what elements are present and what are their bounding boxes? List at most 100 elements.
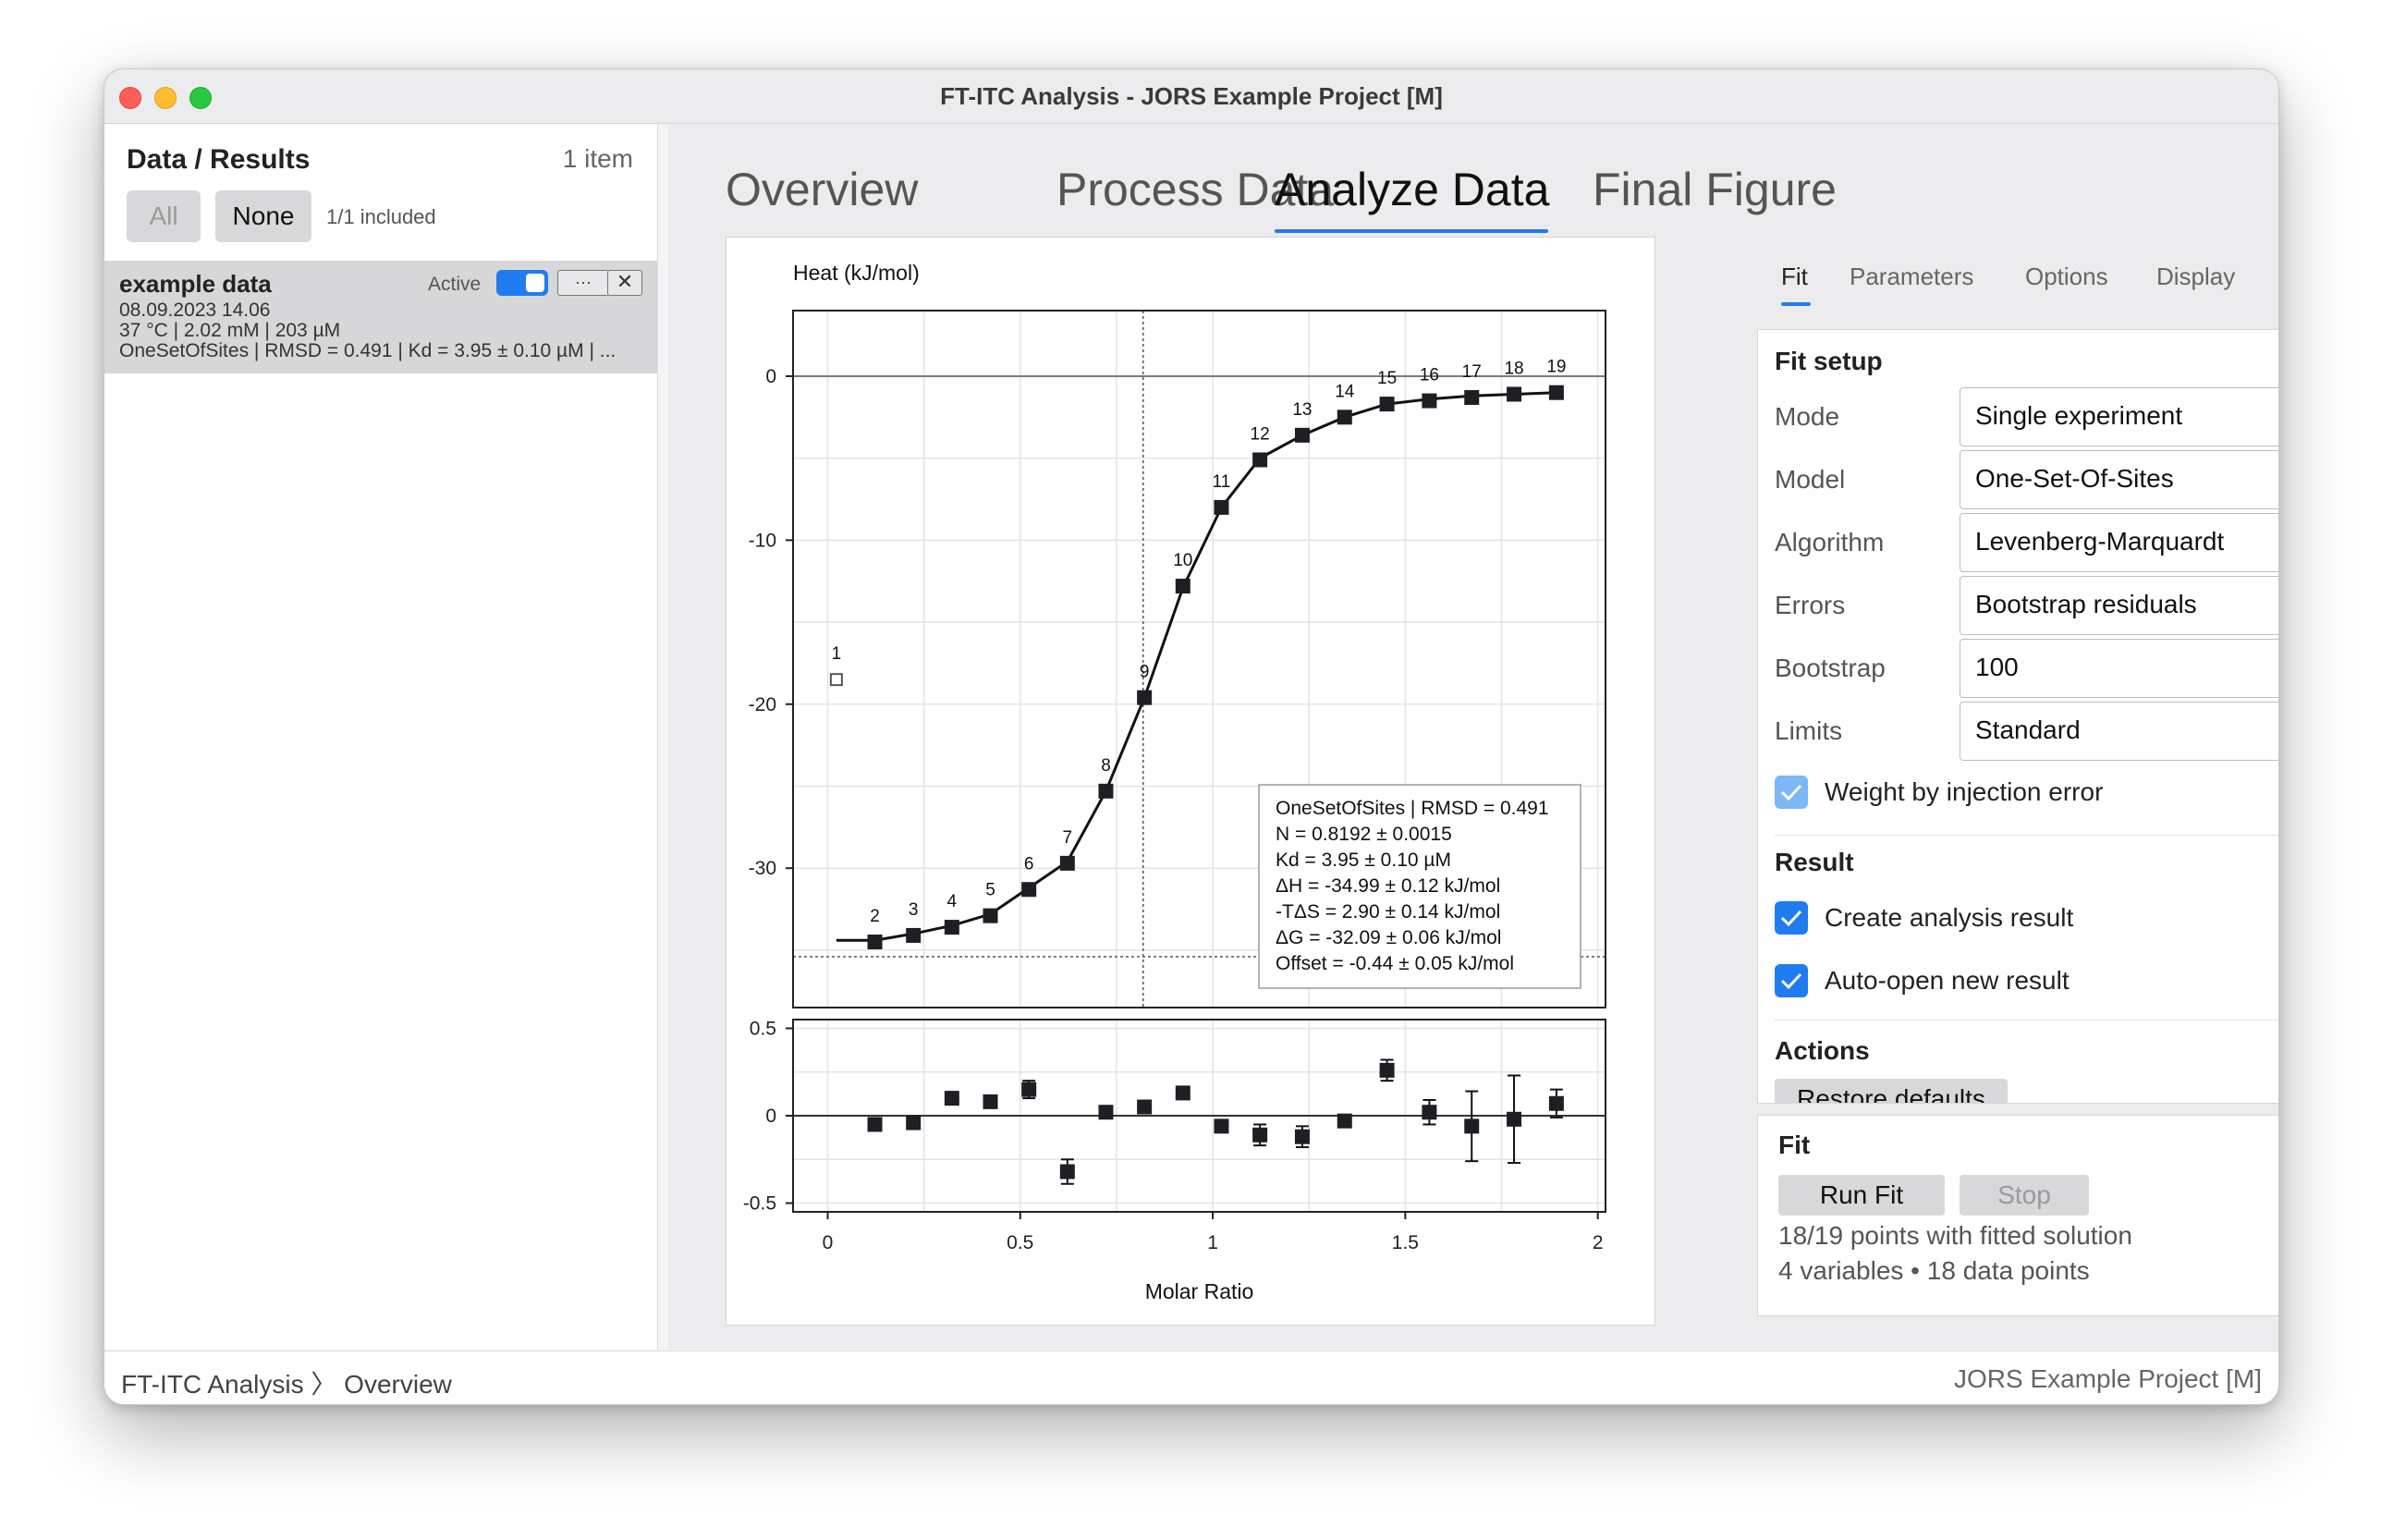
- point-label: 5: [985, 881, 995, 900]
- included-count: 1/1 included: [326, 205, 436, 228]
- point-label: 2: [870, 907, 880, 926]
- create-result-label: Create analysis result: [1825, 903, 2074, 932]
- errors-value: Bootstrap residuals: [1975, 590, 2197, 618]
- stop-button[interactable]: Stop: [1960, 1175, 2089, 1216]
- point-label: 8: [1101, 756, 1111, 776]
- tab-analyze-data[interactable]: Analyze Data: [1275, 163, 1549, 216]
- tab-final-figure[interactable]: Final Figure: [1593, 163, 1837, 216]
- app-window: FT-ITC Analysis - JORS Example Project […: [104, 68, 2279, 1405]
- fit-annotation-line: ΔH = -34.99 ± 0.12 kJ/mol: [1276, 875, 1500, 897]
- limits-select[interactable]: Standard: [1960, 702, 2278, 761]
- data-point: [944, 920, 959, 935]
- data-point-excluded: [829, 673, 843, 687]
- residual-point: [983, 1094, 998, 1109]
- section-divider: [1775, 1020, 2278, 1021]
- y-tick-label-top: 0: [765, 366, 776, 387]
- data-point: [867, 935, 883, 950]
- sidebar: Data / Results 1 item All None 1/1 inclu…: [104, 124, 658, 1350]
- dataset-date: 08.09.2023 14.06: [119, 299, 271, 321]
- dataset-conditions: 37 °C | 2.02 mM | 203 µM: [119, 320, 341, 341]
- data-point: [1422, 393, 1437, 409]
- weight-label: Weight by injection error: [1825, 777, 2104, 806]
- residual-point: [906, 1115, 922, 1131]
- point-label: 3: [909, 900, 919, 920]
- x-tick-label: 1: [1207, 1232, 1218, 1253]
- checkmark-icon: [1780, 972, 1802, 990]
- main-area: Overview Process Data Analyze Data Final…: [668, 124, 2278, 1350]
- weight-checkbox[interactable]: [1775, 776, 1808, 809]
- point-label: 16: [1420, 366, 1439, 385]
- fit-annotation-line: Offset = -0.44 ± 0.05 kJ/mol: [1276, 953, 1514, 974]
- select-none-button[interactable]: None: [215, 190, 311, 242]
- x-axis-label: Molar Ratio: [1145, 1279, 1254, 1303]
- residual-point: [1294, 1129, 1310, 1144]
- data-point: [1379, 397, 1395, 412]
- limits-value: Standard: [1975, 715, 2081, 744]
- select-all-button[interactable]: All: [127, 190, 201, 242]
- bootstrap-label: Bootstrap: [1775, 654, 1886, 682]
- point-label: 13: [1292, 400, 1312, 420]
- window-title: FT-ITC Analysis - JORS Example Project […: [940, 82, 1443, 110]
- fit-annotation-line: Kd = 3.95 ± 0.10 µM: [1276, 849, 1451, 871]
- algorithm-select[interactable]: Levenberg-Marquardt: [1960, 513, 2278, 572]
- itc-chart[interactable]: 12 3 456789101112131415 16 17 18 190-10-20-30H…: [727, 238, 1654, 1325]
- model-select[interactable]: One-Set-Of-Sites: [1960, 450, 2278, 509]
- point-label: 10: [1173, 551, 1192, 570]
- point-label: 11: [1213, 472, 1231, 492]
- point-label: 4: [947, 892, 958, 911]
- status-bar: FT-ITC Analysis 〉 Overview JORS Example …: [104, 1351, 2278, 1404]
- mode-select[interactable]: Single experiment: [1960, 387, 2278, 446]
- tab-display[interactable]: Display: [2156, 263, 2235, 291]
- bootstrap-input[interactable]: 100: [1960, 639, 2278, 698]
- breadcrumb: FT-ITC Analysis 〉 Overview: [121, 1364, 452, 1401]
- sidebar-title: Data / Results: [127, 144, 311, 175]
- create-result-checkbox[interactable]: [1775, 901, 1808, 935]
- point-label: 18: [1504, 359, 1523, 378]
- breadcrumb-app[interactable]: FT-ITC Analysis: [121, 1370, 304, 1399]
- checkmark-icon: [1780, 784, 1802, 801]
- dataset-summary: OneSetOfSites | RMSD = 0.491 | Kd = 3.95…: [119, 340, 617, 361]
- auto-open-checkbox[interactable]: [1775, 964, 1808, 997]
- data-point: [1098, 783, 1114, 799]
- point-label: 12: [1251, 424, 1270, 444]
- data-point: [1214, 499, 1229, 515]
- more-options-button[interactable]: ···: [557, 270, 609, 296]
- algorithm-label: Algorithm: [1775, 528, 1885, 556]
- bootstrap-value: 100: [1975, 653, 2019, 681]
- breadcrumb-page[interactable]: Overview: [344, 1370, 452, 1399]
- data-point: [1137, 690, 1153, 705]
- title-bar: FT-ITC Analysis - JORS Example Project […: [104, 69, 2278, 124]
- errors-select[interactable]: Bootstrap residuals: [1960, 576, 2278, 635]
- fit-status-points: 18/19 points with fitted solution: [1778, 1221, 2132, 1250]
- residual-point: [1464, 1118, 1480, 1134]
- point-label: 6: [1024, 854, 1034, 874]
- fit-annotation-line: OneSetOfSites | RMSD = 0.491: [1276, 798, 1549, 819]
- tab-overview[interactable]: Overview: [726, 163, 918, 216]
- remove-dataset-button[interactable]: ✕: [607, 270, 642, 296]
- tab-fit[interactable]: Fit: [1781, 263, 1808, 291]
- residual-point: [1175, 1085, 1190, 1101]
- toggle-knob: [526, 274, 544, 292]
- fit-setup-panel: Fit setup Mode Single experiment Model O…: [1757, 329, 2278, 1104]
- data-point: [1175, 579, 1190, 594]
- data-point: [1059, 855, 1075, 871]
- section-divider: [1775, 835, 2278, 836]
- active-toggle[interactable]: [496, 270, 548, 296]
- tab-options[interactable]: Options: [2025, 263, 2108, 291]
- plot-panel: 1 2 3 4 5 6 7 8 9 10 11 12 13 14 15 16 17 18 19 0 -10 -20 -30 H…: [726, 237, 1655, 1326]
- point-label: 1: [832, 644, 842, 664]
- actions-title: Actions: [1775, 1036, 1870, 1065]
- fit-status-variables: 4 variables • 18 data points: [1778, 1256, 2090, 1285]
- fit-panel: Fit Run Fit Stop 18/19 points with fitte…: [1757, 1115, 2278, 1316]
- right-tab-indicator: [1781, 302, 1811, 306]
- y-tick-label-top: -30: [749, 858, 776, 879]
- restore-defaults-button[interactable]: Restore defaults: [1775, 1079, 2008, 1103]
- fit-annotation-line: N = 0.8192 ± 0.0015: [1276, 824, 1452, 845]
- y-axis-label: Heat (kJ/mol): [793, 261, 920, 285]
- dataset-list-item[interactable]: example data Active ··· ✕ 08.09.2023 14.…: [104, 261, 657, 373]
- residual-point: [1422, 1105, 1437, 1120]
- data-point: [906, 927, 922, 943]
- tab-parameters[interactable]: Parameters: [1850, 263, 1973, 291]
- residual-point: [1252, 1127, 1268, 1143]
- run-fit-button[interactable]: Run Fit: [1778, 1175, 1945, 1216]
